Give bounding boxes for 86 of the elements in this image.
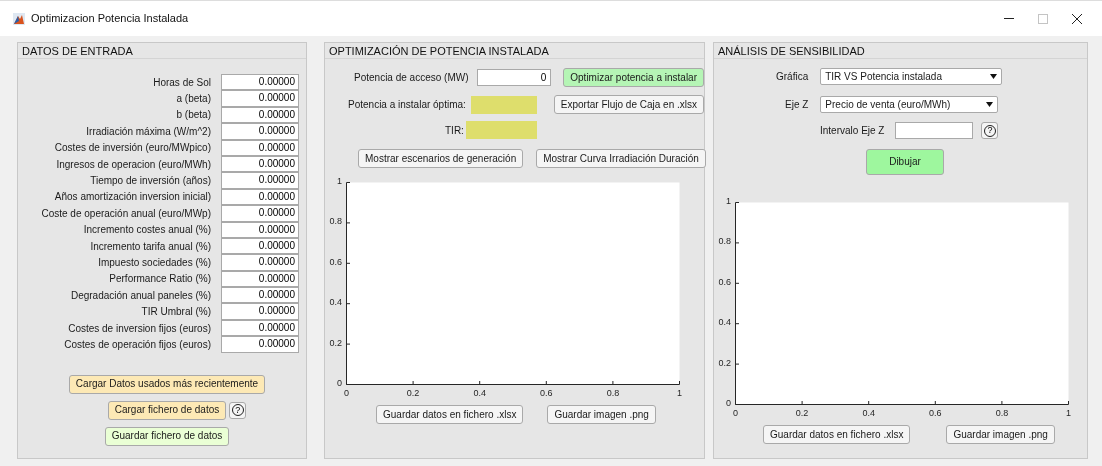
number-field[interactable]: 0.00000 <box>221 123 299 140</box>
field-label: Tiempo de inversión (años) <box>90 174 211 189</box>
field-label: a (beta) <box>176 92 211 107</box>
save-button[interactable]: Guardar imagen .png <box>946 425 1055 444</box>
x-tick-label: 0.6 <box>540 389 553 398</box>
show-button[interactable]: Mostrar escenarios de generación <box>358 149 524 168</box>
caret-icon <box>986 102 994 107</box>
panel-title: OPTIMIZACIÓN DE POTENCIA INSTALADA <box>325 43 704 59</box>
field-label: Años amortización inversion inicial) <box>54 190 211 205</box>
file-button[interactable]: Cargar fichero de datos <box>107 400 227 420</box>
y-tick-label: 0 <box>726 399 731 408</box>
save-button[interactable]: Guardar imagen .png <box>547 405 656 424</box>
y-tick-label: 0.6 <box>718 277 731 287</box>
result-field <box>470 95 537 114</box>
x-tick-label: 0.8 <box>606 389 620 398</box>
power-field[interactable]: 0 <box>476 69 552 86</box>
field-label: Gráfica <box>776 70 809 84</box>
draw-button[interactable]: Dibujar <box>866 149 944 175</box>
x-tick-label: 0 <box>733 409 738 418</box>
number-field[interactable]: 0.00000 <box>221 303 299 320</box>
optimize-button[interactable]: Optimizar potencia a instalar <box>563 68 704 87</box>
y-tick-label: 0.4 <box>718 318 731 328</box>
y-tick-label: 1 <box>337 177 342 186</box>
number-field[interactable]: 0.00000 <box>221 90 299 107</box>
number-field[interactable]: 0.00000 <box>221 287 299 304</box>
number-field[interactable]: 0.00000 <box>221 205 299 222</box>
file-button[interactable]: Guardar fichero de datos <box>104 426 230 446</box>
save-button[interactable]: Guardar datos en fichero .xlsx <box>376 405 524 424</box>
x-tick-label: 0.2 <box>406 389 420 398</box>
field-label: Costes de operación fijos (euros) <box>64 337 211 352</box>
file-button[interactable]: Cargar Datos usados más recientemente <box>68 374 266 394</box>
field-label: Ingresos de operacion (euro/MWh) <box>56 157 211 172</box>
x-tick-label: 0.2 <box>795 409 809 418</box>
maximize-icon <box>1038 13 1048 24</box>
panel-title: DATOS DE ENTRADA <box>18 43 306 59</box>
x-tick-label: 1 <box>1066 409 1071 418</box>
field-label: TIR: <box>445 123 464 138</box>
field-label: Incremento tarifa anual (%) <box>90 239 211 254</box>
result-field <box>465 121 537 139</box>
x-tick-label: 0 <box>344 389 349 398</box>
y-tick-label: 0.2 <box>329 338 342 348</box>
y-tick-label: 1 <box>726 197 731 206</box>
caret-icon <box>990 74 998 79</box>
number-field[interactable]: 0.00000 <box>221 172 299 189</box>
y-tick-label: 0 <box>337 379 342 388</box>
export-button[interactable]: Exportar Flujo de Caja en .xlsx <box>553 95 704 114</box>
x-tick-label: 0.6 <box>929 409 942 418</box>
y-tick-label: 0.8 <box>329 217 342 227</box>
x-tick-label: 0.4 <box>473 389 486 398</box>
field-label: Performance Ratio (%) <box>109 272 211 287</box>
panel-title: ANÁLISIS DE SENSIBILIDAD <box>714 43 1087 59</box>
field-label: Eje Z <box>785 98 809 112</box>
field-label: Potencia de acceso (MW) <box>354 71 469 85</box>
field-label: Incremento costes anual (%) <box>83 223 211 238</box>
field-label: Degradación anual paneles (%) <box>70 288 211 303</box>
field-label: Costes de inversion fijos (euros) <box>68 321 211 336</box>
field-label: b (beta) <box>176 108 211 123</box>
dropdown[interactable]: Precio de venta (euro/MWh) <box>820 96 999 113</box>
interval-field[interactable] <box>895 122 974 139</box>
minimize-icon <box>1004 18 1014 19</box>
field-label: Impuesto sociedades (%) <box>98 256 211 270</box>
y-tick-label: 0.2 <box>718 358 731 368</box>
help-button[interactable]: ? <box>229 401 247 419</box>
window-title: Optimizacion Potencia Instalada <box>31 11 189 27</box>
app-icon <box>13 12 25 25</box>
help-button[interactable]: ? <box>981 122 999 139</box>
field-label: Coste de operación anual (euro/MWp) <box>41 206 211 221</box>
field-label: Irradiación máxima (W/m^2) <box>86 124 211 139</box>
save-button[interactable]: Guardar datos en fichero .xlsx <box>763 425 911 444</box>
show-button[interactable]: Mostrar Curva Irradiación Duración <box>536 149 706 168</box>
x-tick-label: 0.8 <box>995 409 1009 418</box>
close-icon <box>1072 13 1082 24</box>
field-label: Costes de inversión (euro/MWpico) <box>54 141 211 156</box>
number-field[interactable]: 0.00000 <box>221 336 299 353</box>
y-tick-label: 0.6 <box>329 257 342 267</box>
field-label: Horas de Sol <box>153 75 211 90</box>
field-label: TIR Umbral (%) <box>141 305 211 320</box>
number-field[interactable]: 0.00000 <box>221 74 299 91</box>
number-field[interactable]: 0.00000 <box>221 254 299 271</box>
x-tick-label: 0.4 <box>862 409 875 418</box>
field-label: Potencia a instalar óptima: <box>348 98 466 112</box>
field-label: Intervalo Eje Z <box>820 124 885 138</box>
y-tick-label: 0.4 <box>329 298 342 308</box>
dropdown[interactable]: TIR VS Potencia instalada <box>820 68 1003 85</box>
y-tick-label: 0.8 <box>718 237 731 247</box>
x-tick-label: 1 <box>677 389 682 398</box>
